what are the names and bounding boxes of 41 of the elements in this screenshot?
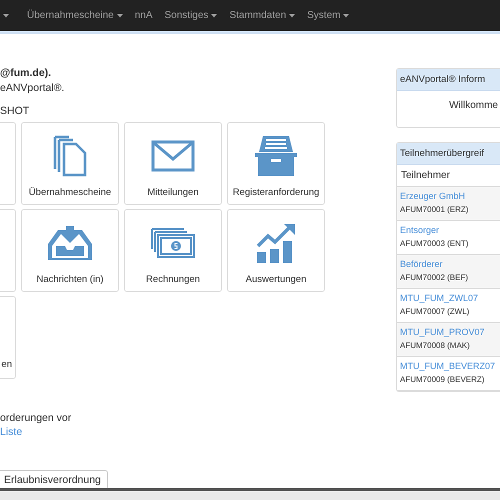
- nav-menu-item[interactable]: Übernahmescheine: [21, 0, 129, 31]
- participant-id: AFUM70002 (BEF): [400, 273, 470, 282]
- regulation-button[interactable]: Erlaubnisverordnung: [0, 470, 108, 488]
- money-bills-icon: [151, 228, 195, 258]
- nav-menu-item[interactable]: Stammdaten: [223, 0, 302, 31]
- participant-link[interactable]: Beförderer: [400, 259, 500, 269]
- notice-text: orderungen vor: [0, 412, 72, 424]
- participant-id: AFUM70009 (BEVERZ): [400, 375, 486, 384]
- chart-up-icon: [256, 222, 296, 264]
- menu-tile[interactable]: Registeranforderung: [227, 122, 325, 205]
- participant-id: AFUM70008 (MAK): [400, 341, 471, 350]
- nav-menu-item[interactable]: System: [301, 0, 356, 31]
- participant-id: AFUM70001 (ERZ): [400, 205, 470, 214]
- file-drawer-icon: [255, 134, 297, 178]
- documents-icon: [53, 135, 87, 177]
- welcome-text: eANVportal®.: [0, 82, 66, 94]
- menu-tile[interactable]: Auswertungen: [227, 209, 325, 292]
- menu-tile[interactable]: en: [0, 296, 16, 379]
- list-link[interactable]: Liste: [0, 426, 330, 438]
- participant-id: AFUM70003 (ENT): [400, 239, 470, 248]
- menu-tile[interactable]: [0, 122, 16, 205]
- menu-tile[interactable]: Nachrichten (in): [21, 209, 119, 292]
- participant-id: AFUM70007 (ZWL): [400, 307, 470, 316]
- panel-title: eANVportal® Inform: [397, 69, 500, 91]
- participant-link[interactable]: MTU_FUM_ZWL07: [400, 293, 500, 303]
- participant-link[interactable]: Entsorger: [400, 225, 500, 235]
- nav-menu-item[interactable]: nnA: [128, 0, 159, 31]
- menu-tile[interactable]: Rechnungen: [124, 209, 222, 292]
- envelope-icon: [151, 140, 195, 172]
- menu-tile[interactable]: Mitteilungen: [124, 122, 222, 205]
- mode-text: SHOT: [0, 105, 30, 117]
- participant-link[interactable]: MTU_FUM_BEVERZ07: [400, 361, 500, 371]
- participant-link[interactable]: Erzeuger GmbH: [400, 191, 500, 201]
- menu-tile[interactable]: Übernahmescheine: [21, 122, 119, 205]
- inbox-download-icon: [48, 226, 92, 260]
- user-email-text: @fum.de).: [0, 67, 52, 79]
- nav-menu-item[interactable]: Sonstiges: [158, 0, 224, 31]
- participant-link[interactable]: MTU_FUM_PROV07: [400, 327, 500, 337]
- menu-tile[interactable]: [0, 209, 16, 292]
- welcome-message: Willkomme: [448, 100, 498, 113]
- panel-title: Teilnehmerübergreif: [397, 143, 500, 165]
